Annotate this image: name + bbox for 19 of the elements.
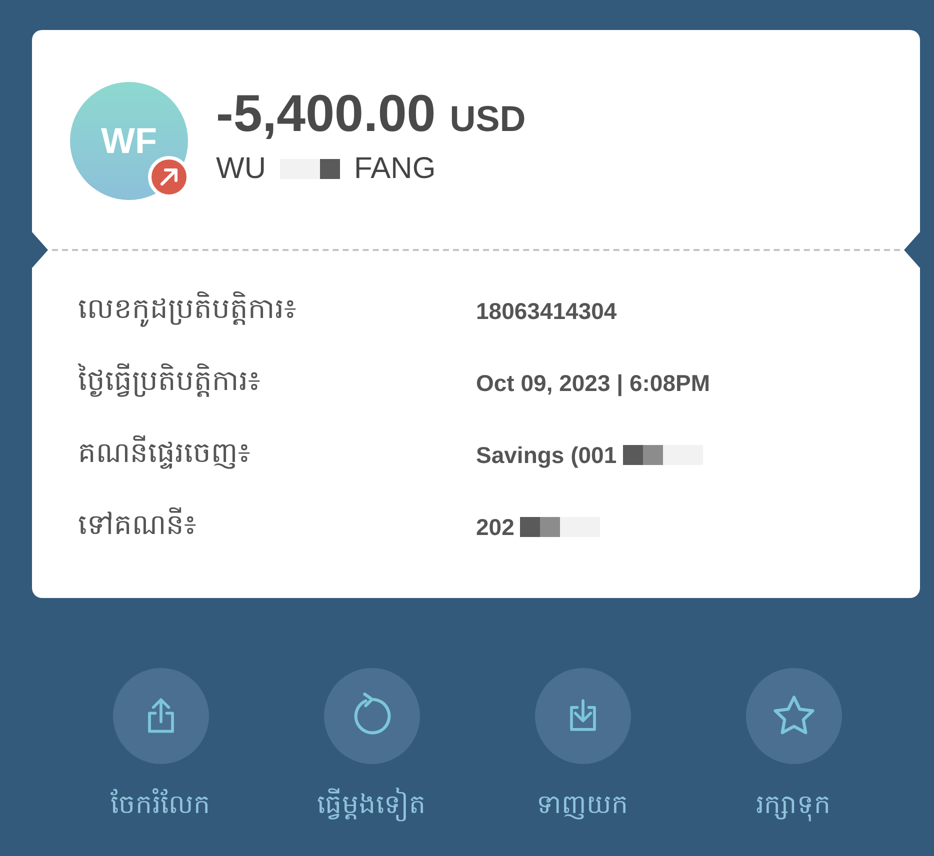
- recipient-name: FANG: [354, 152, 436, 186]
- detail-value: Oct 09, 2023 | 6:08PM: [476, 370, 710, 396]
- action-label: ចែករំលែក: [110, 788, 210, 821]
- detail-label: ថ្ងៃធ្វើប្រតិបត្តិការ៖: [78, 362, 261, 399]
- detail-label: ទៅគណនី៖: [78, 506, 197, 542]
- detail-value: 18063414304: [476, 298, 617, 324]
- card-notch: [904, 232, 920, 268]
- action-label: ធ្វើម្តងទៀត: [317, 788, 426, 826]
- action-label: រក្សាទុក: [756, 788, 831, 826]
- detail-value: 202: [476, 514, 514, 540]
- card-notch: [32, 232, 48, 268]
- detail-value: Savings (001: [476, 442, 617, 468]
- amount: -5,400.00: [216, 84, 436, 144]
- action-label: ទាញយក: [536, 788, 628, 822]
- avatar-initials: WF: [101, 120, 157, 162]
- currency: USD: [450, 98, 526, 140]
- recipient-name: WU: [216, 152, 266, 186]
- detail-label: លេខកូដប្រតិបត្តិការ៖: [78, 290, 476, 332]
- detail-label: គណនីផ្ទេរចេញ៖: [78, 434, 251, 471]
